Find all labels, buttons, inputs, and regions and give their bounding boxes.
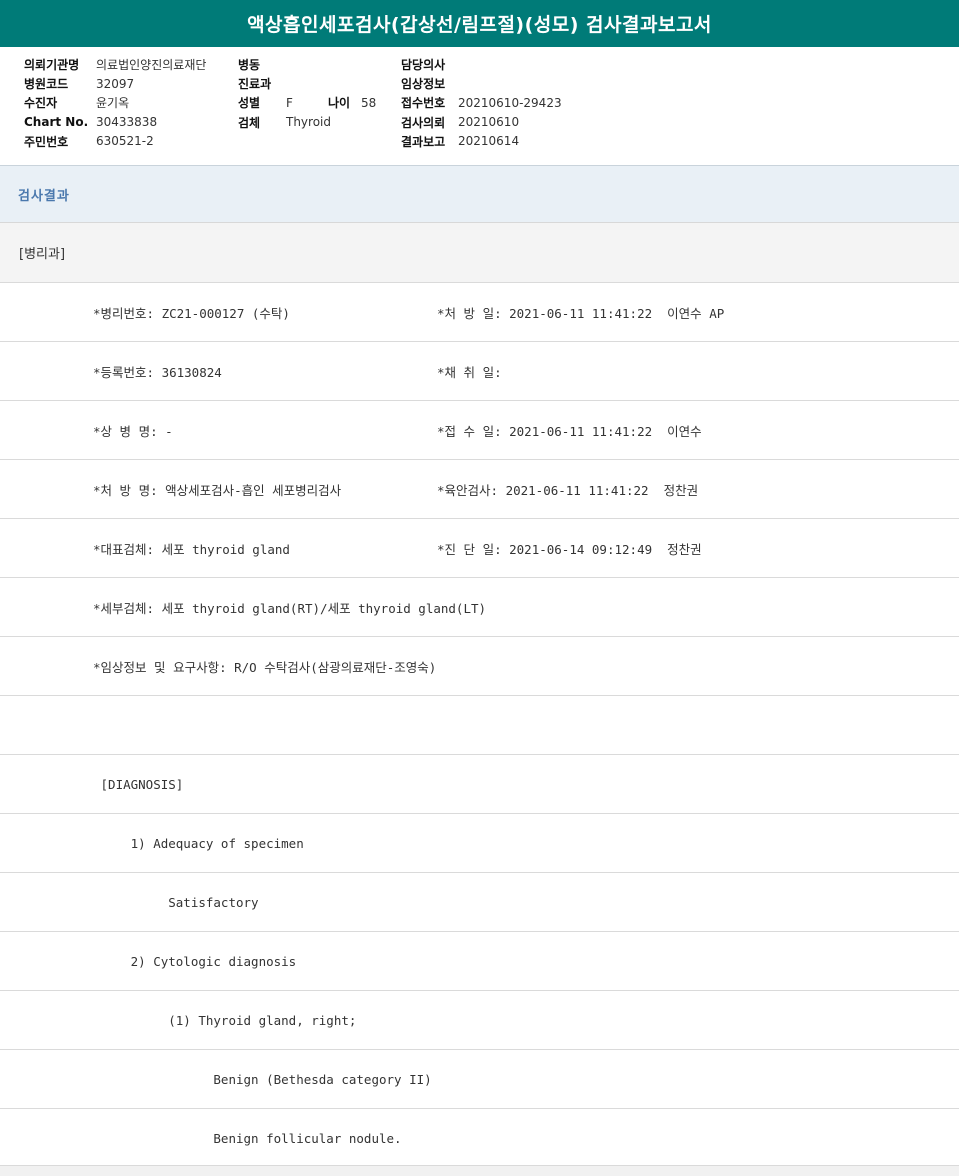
department-row: [병리과] xyxy=(0,222,959,282)
representative-specimen: *대표검체: 세포 thyroid gland xyxy=(93,541,290,557)
result-row: *처 방 명: 액상세포검사-흡인 세포병리검사 *육안검사: 2021-06-… xyxy=(0,459,959,518)
info-row-specimen: 검체 Thyroid xyxy=(238,113,376,132)
diagnosis-line: Benign follicular nodule. xyxy=(0,1108,959,1167)
institution-value: 의료법인양진의료재단 xyxy=(96,58,207,73)
diagnosis-heading: [DIAGNOSIS] xyxy=(93,776,184,792)
diagnosis-line: Satisfactory xyxy=(0,872,959,931)
diagnosis-line xyxy=(0,695,959,754)
result-rows: *병리번호: ZC21-000127 (수탁) *처 방 일: 2021-06-… xyxy=(0,282,959,1167)
department-label: [병리과] xyxy=(19,247,66,262)
diagnosis-line: 1) Adequacy of specimen xyxy=(0,813,959,872)
adequacy-heading: 1) Adequacy of specimen xyxy=(93,835,304,851)
info-column-1: 의뢰기관명 의료법인양진의료재단 병원코드 32097 수진자 윤기옥 Char… xyxy=(24,55,206,151)
receipt-no-label: 접수번호 xyxy=(401,96,446,111)
info-row-receipt-no: 접수번호 20210610-29423 xyxy=(401,93,562,112)
info-row-resident-no: 주민번호 630521-2 xyxy=(24,132,206,151)
clinical-info-label: 임상정보 xyxy=(401,77,446,92)
detailed-specimen: *세부검체: 세포 thyroid gland(RT)/세포 thyroid g… xyxy=(93,600,487,616)
result-row: *세부검체: 세포 thyroid gland(RT)/세포 thyroid g… xyxy=(0,577,959,636)
cytologic-heading: 2) Cytologic diagnosis xyxy=(93,953,297,969)
collection-date: *채 취 일: xyxy=(437,364,502,380)
report-date-value: 20210614 xyxy=(458,134,520,149)
chart-no-label: Chart No. xyxy=(24,115,89,130)
patient-value: 윤기옥 xyxy=(96,96,130,111)
registration-number: *등록번호: 36130824 xyxy=(93,364,222,380)
specimen-label: 검체 xyxy=(238,115,261,130)
patient-label: 수진자 xyxy=(24,96,58,111)
receipt-date: *접 수 일: 2021-06-11 11:41:22 이연수 xyxy=(437,423,702,439)
age-value: 58 xyxy=(361,95,377,110)
prescription-date: *처 방 일: 2021-06-11 11:41:22 이연수 AP xyxy=(437,305,725,321)
info-row-chart-no: Chart No. 30433838 xyxy=(24,113,206,132)
prescription-name: *처 방 명: 액상세포검사-흡인 세포병리검사 xyxy=(93,482,342,498)
receipt-no-value: 20210610-29423 xyxy=(458,95,562,110)
report-page: 액상흡인세포검사(갑상선/림프절)(성모) 검사결과보고서 의뢰기관명 의료법인… xyxy=(0,0,959,1176)
patient-info-panel: 의뢰기관명 의료법인양진의료재단 병원코드 32097 수진자 윤기옥 Char… xyxy=(0,47,959,165)
thyroid-right-heading: (1) Thyroid gland, right; xyxy=(93,1012,357,1028)
adequacy-value: Satisfactory xyxy=(93,894,259,910)
bottom-strip xyxy=(0,1165,959,1176)
disease-name: *상 병 명: - xyxy=(93,423,173,439)
info-row-institution: 의뢰기관명 의료법인양진의료재단 xyxy=(24,55,206,74)
diagnosis-line: 2) Cytologic diagnosis xyxy=(0,931,959,990)
info-row-request-date: 검사의뢰 20210610 xyxy=(401,113,562,132)
chart-no-value: 30433838 xyxy=(96,115,158,130)
result-row: *병리번호: ZC21-000127 (수탁) *처 방 일: 2021-06-… xyxy=(0,282,959,341)
hospital-code-label: 병원코드 xyxy=(24,77,69,92)
report-title: 액상흡인세포검사(갑상선/림프절)(성모) 검사결과보고서 xyxy=(247,14,712,36)
result-row: *임상정보 및 요구사항: R/O 수탁검사(삼광의료재단-조영숙) xyxy=(0,636,959,695)
info-row-dept: 진료과 xyxy=(238,74,376,93)
result-row: *대표검체: 세포 thyroid gland *진 단 일: 2021-06-… xyxy=(0,518,959,577)
info-row-ward: 병동 xyxy=(238,55,376,74)
sex-value: F xyxy=(286,95,293,110)
report-date-label: 결과보고 xyxy=(401,134,446,149)
results-section-title: 검사결과 xyxy=(18,189,70,204)
bethesda-category: Benign (Bethesda category II) xyxy=(93,1071,432,1087)
benign-follicular-nodule: Benign follicular nodule. xyxy=(93,1130,402,1146)
gross-exam-date: *육안검사: 2021-06-11 11:41:22 정찬권 xyxy=(437,482,699,498)
info-row-doctor: 담당의사 xyxy=(401,55,562,74)
info-row-hospital-code: 병원코드 32097 xyxy=(24,74,206,93)
specimen-value: Thyroid xyxy=(286,115,331,130)
diagnosis-date: *진 단 일: 2021-06-14 09:12:49 정찬권 xyxy=(437,541,702,557)
age-label: 나이 xyxy=(328,96,351,111)
result-row: *상 병 명: - *접 수 일: 2021-06-11 11:41:22 이연… xyxy=(0,400,959,459)
report-title-bar: 액상흡인세포검사(갑상선/림프절)(성모) 검사결과보고서 xyxy=(0,0,959,48)
info-row-sex-age: 성별 F 나이 58 xyxy=(238,93,376,112)
diagnosis-line: Benign (Bethesda category II) xyxy=(0,1049,959,1108)
hospital-code-value: 32097 xyxy=(96,76,135,91)
institution-label: 의뢰기관명 xyxy=(24,58,80,73)
pathology-number: *병리번호: ZC21-000127 (수탁) xyxy=(93,305,290,321)
diagnosis-line: [DIAGNOSIS] xyxy=(0,754,959,813)
info-row-report-date: 결과보고 20210614 xyxy=(401,132,562,151)
resident-no-label: 주민번호 xyxy=(24,134,69,149)
info-row-clinical-info: 임상정보 xyxy=(401,74,562,93)
info-column-2: 병동 진료과 성별 F 나이 58 검체 Thyroid xyxy=(238,55,376,132)
dept-label: 진료과 xyxy=(238,77,272,92)
sex-label: 성별 xyxy=(238,96,261,111)
doctor-label: 담당의사 xyxy=(401,58,446,73)
ward-label: 병동 xyxy=(238,58,261,73)
info-column-3: 담당의사 임상정보 접수번호 20210610-29423 검사의뢰 20210… xyxy=(401,55,562,151)
request-date-value: 20210610 xyxy=(458,115,520,130)
diagnosis-line: (1) Thyroid gland, right; xyxy=(0,990,959,1049)
result-row: *등록번호: 36130824 *채 취 일: xyxy=(0,341,959,400)
results-section-header: 검사결과 xyxy=(0,165,959,223)
info-row-patient: 수진자 윤기옥 xyxy=(24,93,206,112)
request-date-label: 검사의뢰 xyxy=(401,115,446,130)
clinical-request: *임상정보 및 요구사항: R/O 수탁검사(삼광의료재단-조영숙) xyxy=(93,659,437,675)
resident-no-value: 630521-2 xyxy=(96,134,154,149)
